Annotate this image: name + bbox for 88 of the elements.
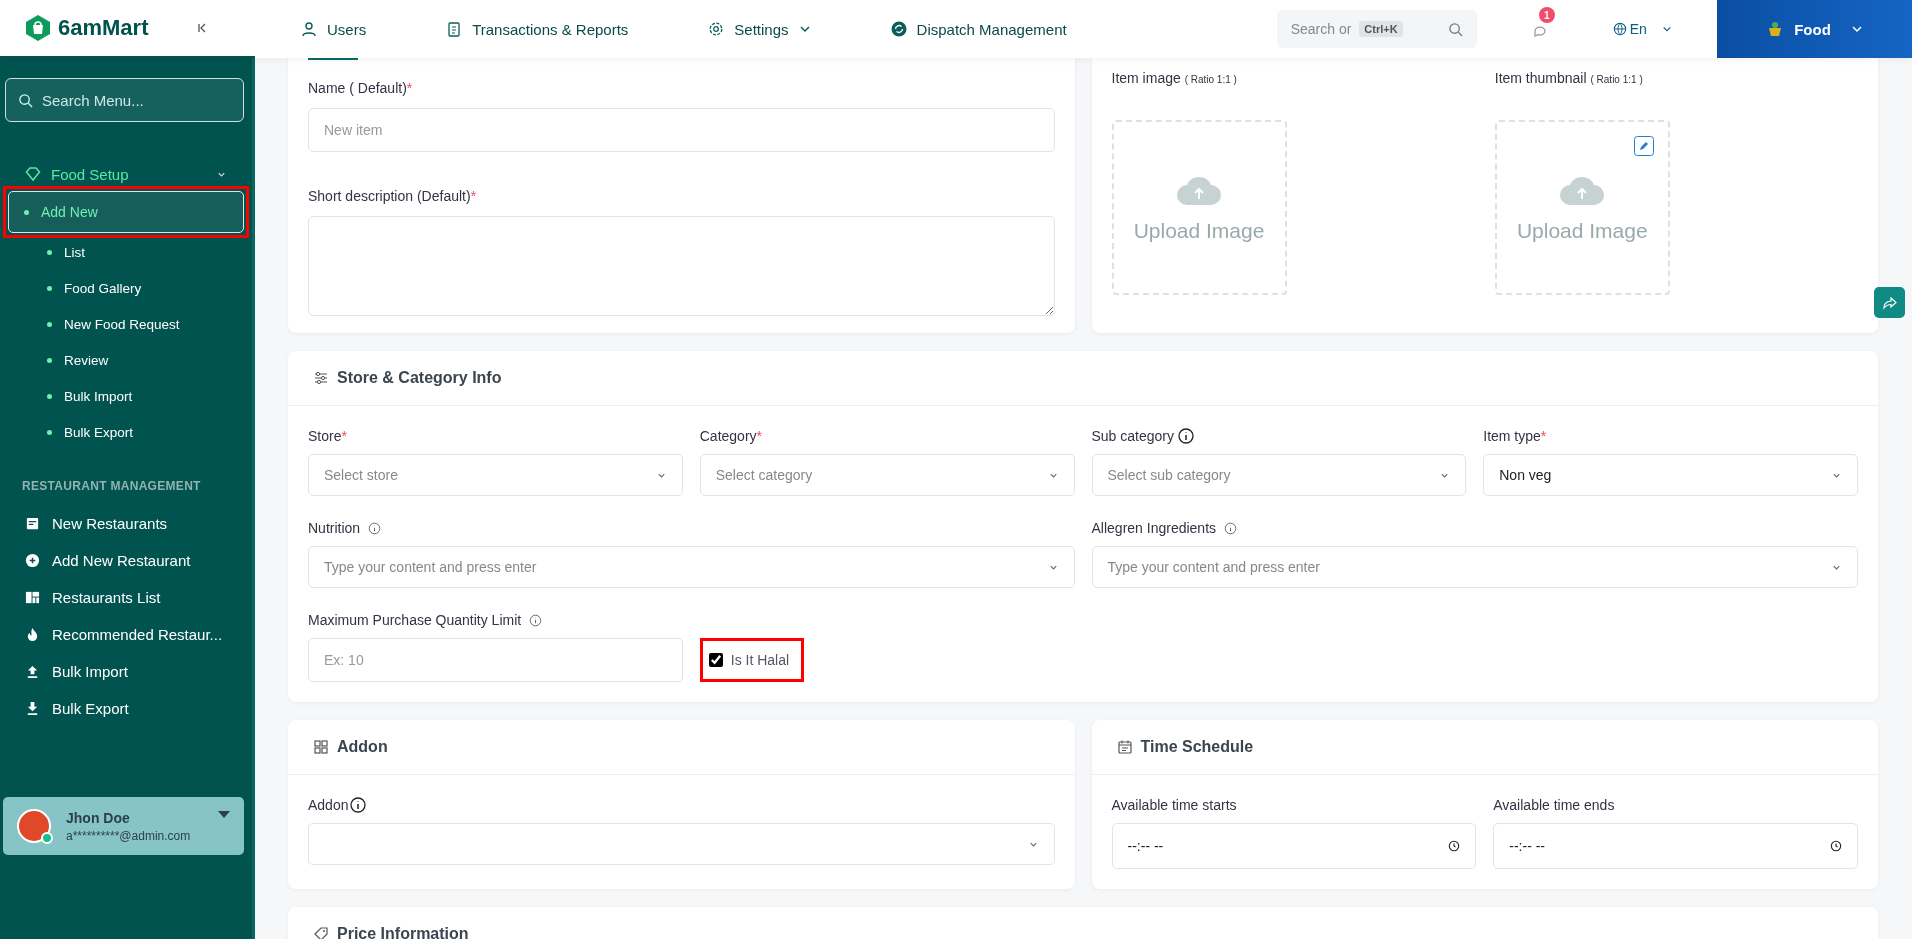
grid-icon	[313, 739, 329, 755]
field-label: Sub category	[1091, 428, 1174, 444]
sync-icon	[890, 21, 907, 37]
field-label: Available time starts	[1111, 797, 1238, 813]
user-card[interactable]: Jhon Doe a**********@admin.com	[3, 797, 244, 855]
clock-icon	[1448, 840, 1461, 852]
flame-icon	[25, 627, 40, 642]
card-title: Price Information	[337, 925, 469, 939]
select-field[interactable]: Select category	[699, 454, 1075, 496]
field-label: Store*	[308, 428, 347, 444]
dashboard-icon	[25, 590, 40, 605]
sidebar-item[interactable]: Recommended Restaur...	[0, 616, 252, 653]
user-email: a**********@admin.com	[66, 828, 191, 843]
settings-icon	[708, 21, 725, 37]
user-icon	[301, 21, 317, 37]
sliders-icon	[313, 370, 329, 386]
select-field[interactable]: Non veg	[1483, 454, 1858, 496]
field-label: Short description (Default)*	[308, 188, 478, 204]
sidebar-item[interactable]: Restaurants List	[0, 579, 252, 616]
tag-input-field[interactable]: Type your content and press enter	[308, 546, 1075, 588]
shortcut-key: Ctrl+K	[1359, 21, 1403, 37]
share-icon	[1881, 294, 1898, 311]
calendar-icon	[25, 516, 40, 531]
calendar-icon	[1116, 739, 1133, 755]
clock-icon	[1830, 840, 1842, 852]
sidebar-subitem[interactable]: List	[8, 236, 244, 269]
field-label: Addon	[308, 797, 349, 813]
globe-icon	[1612, 22, 1627, 36]
field-label: Category*	[699, 428, 762, 444]
quantity-input[interactable]: Ex: 10	[308, 638, 683, 682]
sidebar-subitem[interactable]: Add New	[8, 191, 244, 233]
tag-icon	[313, 926, 329, 939]
upload-icon	[25, 664, 40, 679]
chevron-down-icon	[1850, 23, 1863, 35]
search-placeholder: Search or	[1290, 21, 1352, 37]
time-field[interactable]: --:-- --	[1493, 823, 1858, 869]
name-input[interactable]: New item	[308, 108, 1055, 152]
diamond-icon	[25, 166, 41, 182]
download-icon	[25, 701, 40, 716]
sidebar-item[interactable]: Bulk Import	[0, 653, 252, 690]
halal-checkbox[interactable]	[708, 653, 723, 667]
add-circle-icon	[25, 553, 40, 568]
field-label: Allegren Ingredients	[1091, 520, 1217, 536]
nav-link[interactable]: Settings	[708, 20, 811, 38]
field-label: Item type*	[1483, 428, 1547, 444]
card-title: Store & Category Info	[337, 369, 502, 387]
tag-input-field[interactable]: Type your content and press enter	[1091, 546, 1858, 588]
caret-down-icon	[218, 811, 230, 819]
clipboard-icon	[446, 21, 463, 37]
edit-icon[interactable]	[1633, 136, 1654, 156]
field-label: Maximum Purchase Quantity Limit	[308, 612, 522, 628]
search-icon	[1447, 21, 1463, 37]
nav-link[interactable]: Transactions & Reports	[446, 20, 629, 38]
module-selector[interactable]: Food	[1717, 0, 1912, 58]
sidebar-subitem[interactable]: Review	[8, 344, 244, 377]
sidebar-subitem[interactable]: Bulk Import	[8, 380, 244, 413]
sidebar-item[interactable]: Add New Restaurant	[0, 542, 252, 579]
sidebar-group[interactable]: Food Setup	[0, 160, 252, 188]
field-label: Available time ends	[1493, 797, 1616, 813]
sidebar-subitem[interactable]: New Food Request	[8, 308, 244, 341]
card-title: Addon	[337, 738, 388, 756]
message-icon[interactable]	[1531, 23, 1548, 39]
field-label: Name ( Default)*	[308, 80, 414, 96]
nav-link[interactable]: Dispatch Management	[890, 20, 1067, 38]
brand-name: 6amMart	[58, 15, 149, 41]
field-label: Nutrition	[308, 520, 361, 536]
logo-icon	[24, 14, 52, 42]
sidebar-item[interactable]: New Restaurants	[0, 505, 252, 542]
language-selector[interactable]: En	[1606, 20, 1678, 38]
image-label: Item thumbnail ( Ratio 1:1 )	[1494, 70, 1644, 86]
avatar	[17, 809, 51, 843]
select-field[interactable]: Select store	[308, 454, 683, 496]
select-field[interactable]: Select sub category	[1091, 454, 1467, 496]
chevron-down-icon	[1661, 24, 1672, 34]
sidebar-subitem[interactable]: Food Gallery	[8, 272, 244, 305]
image-label: Item image ( Ratio 1:1 )	[1111, 70, 1238, 86]
card-title: Time Schedule	[1140, 738, 1254, 756]
nav-link[interactable]: Users	[301, 20, 367, 38]
search-field[interactable]: Search or Ctrl+K	[1276, 10, 1477, 48]
section-title: RESTAURANT MANAGEMENT	[22, 479, 202, 493]
sidebar-subitem[interactable]: Bulk Export	[8, 416, 244, 449]
menu-search-field[interactable]: Search Menu...	[5, 78, 244, 122]
share-button[interactable]	[1874, 287, 1905, 318]
sidebar-item[interactable]: Bulk Export	[0, 690, 252, 727]
notification-count: 1	[1538, 7, 1555, 23]
user-name: Jhon Doe	[66, 809, 131, 826]
time-field[interactable]: --:-- --	[1111, 823, 1477, 869]
checkbox-label: Is It Halal	[730, 652, 790, 668]
